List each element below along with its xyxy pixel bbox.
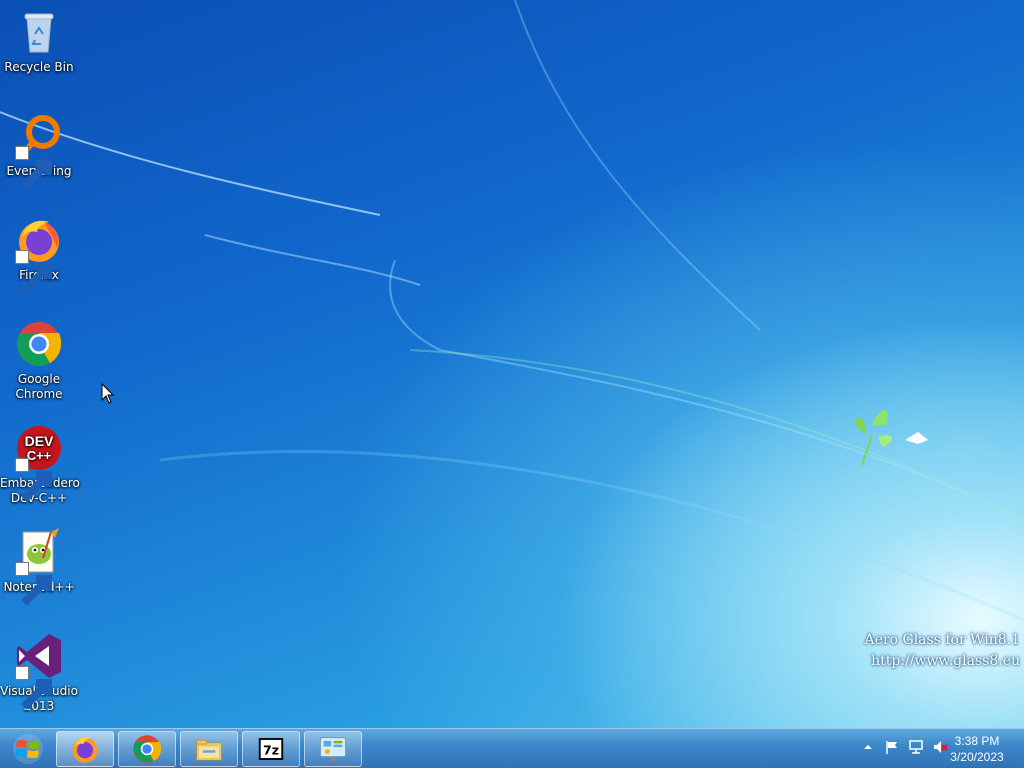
chrome-icon bbox=[15, 320, 63, 368]
windows-logo-icon bbox=[13, 734, 43, 764]
desktop-icon-recycle-bin[interactable]: Recycle Bin bbox=[0, 2, 78, 75]
clock-time: 3:38 PM bbox=[954, 734, 1000, 748]
recycle-bin-icon bbox=[15, 8, 63, 56]
taskbar: 7z 3:38 PM 3/20/2023 bbox=[0, 728, 1024, 768]
desktop-icon-google-chrome[interactable]: Google Chrome bbox=[0, 314, 78, 402]
shortcut-arrow-icon bbox=[15, 250, 52, 294]
devcpp-icon: DEV C++ bbox=[15, 424, 63, 502]
taskbar-file-explorer-button[interactable] bbox=[180, 731, 238, 767]
svg-text:DEV: DEV bbox=[25, 433, 54, 449]
shortcut-arrow-icon bbox=[15, 562, 52, 606]
everything-icon bbox=[15, 112, 63, 190]
taskbar-chrome-button[interactable] bbox=[118, 731, 176, 767]
clock-date: 3/20/2023 bbox=[950, 750, 1004, 764]
desktop-icon-visual-studio-2013[interactable]: Visual Studio 2013 bbox=[0, 626, 78, 714]
watermark-line-2: http://www.glass8.eu bbox=[871, 653, 1020, 669]
desktop-icon-everything[interactable]: Everything bbox=[0, 106, 78, 190]
firefox-icon bbox=[15, 216, 63, 294]
action-center-flag-icon[interactable] bbox=[884, 739, 900, 755]
mouse-cursor-icon bbox=[101, 383, 115, 404]
7zip-icon: 7z bbox=[258, 738, 284, 760]
desktop-icon-notepadpp[interactable]: Notepad++ bbox=[0, 522, 78, 606]
wallpaper-bird bbox=[905, 432, 928, 444]
control-panel-icon bbox=[320, 737, 346, 762]
chrome-icon bbox=[133, 735, 162, 763]
desktop-icon-label: Recycle Bin bbox=[4, 60, 74, 74]
taskbar-clock[interactable]: 3:38 PM 3/20/2023 bbox=[946, 733, 1008, 765]
network-icon[interactable] bbox=[908, 739, 924, 755]
desktop-icon-label: Google Chrome bbox=[15, 372, 63, 401]
notepadpp-icon bbox=[15, 528, 63, 606]
file-explorer-icon bbox=[196, 739, 222, 761]
desktop-icon-embarcadero-devcpp[interactable]: DEV C++ Embarcadero Dev-C++ bbox=[0, 418, 80, 506]
taskbar-7zip-button[interactable]: 7z bbox=[242, 731, 300, 767]
desktop[interactable]: Recycle Bin Everything Firefox Google Ch… bbox=[0, 0, 1024, 728]
desktop-icon-firefox[interactable]: Firefox bbox=[0, 210, 78, 294]
visual-studio-icon bbox=[15, 632, 63, 710]
watermark-line-1: Aero Glass for Win8.1 bbox=[864, 632, 1020, 648]
show-hidden-icons-arrow-icon[interactable] bbox=[860, 739, 876, 755]
taskbar-firefox-button[interactable] bbox=[56, 731, 114, 767]
aero-glass-watermark: Aero Glass for Win8.1 http://www.glass8.… bbox=[865, 630, 1020, 672]
shortcut-arrow-icon bbox=[15, 666, 52, 710]
firefox-icon bbox=[72, 736, 98, 763]
wallpaper-swoosh bbox=[0, 0, 1024, 622]
svg-text:7z: 7z bbox=[263, 743, 279, 758]
shortcut-arrow-icon bbox=[15, 146, 52, 190]
system-tray bbox=[860, 739, 948, 755]
shortcut-arrow-icon bbox=[15, 458, 52, 502]
start-button[interactable] bbox=[8, 733, 48, 765]
taskbar-control-panel-button[interactable] bbox=[304, 731, 362, 767]
